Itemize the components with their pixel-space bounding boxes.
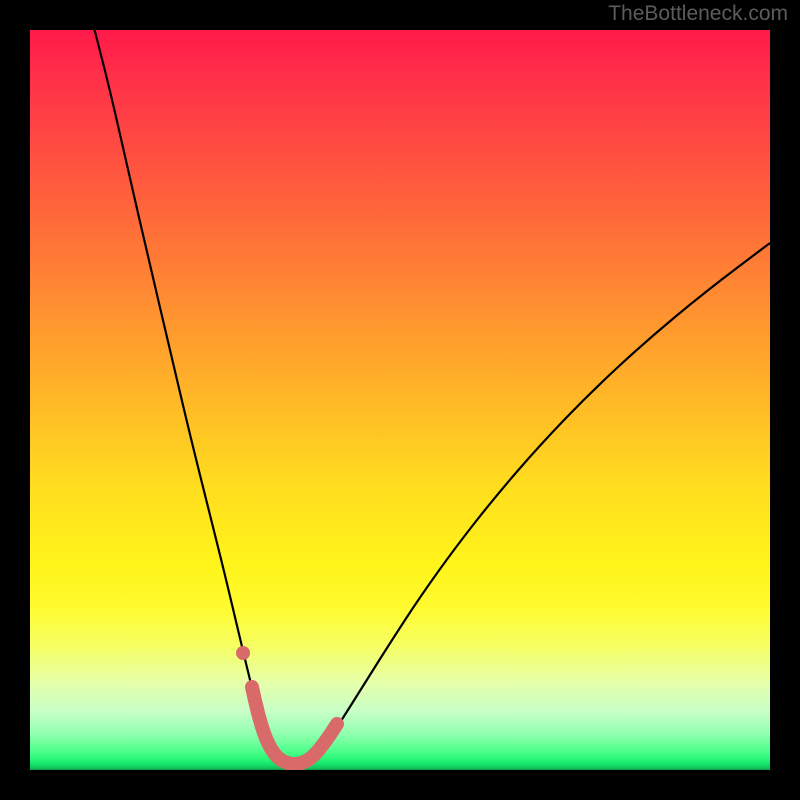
bottleneck-curve — [92, 30, 770, 766]
highlight-segment — [252, 687, 337, 764]
highlight-dot — [236, 646, 250, 660]
plot-area — [30, 30, 770, 770]
curves-layer — [30, 30, 770, 770]
watermark-text: TheBottleneck.com — [608, 2, 788, 26]
chart-frame: TheBottleneck.com — [0, 0, 800, 800]
